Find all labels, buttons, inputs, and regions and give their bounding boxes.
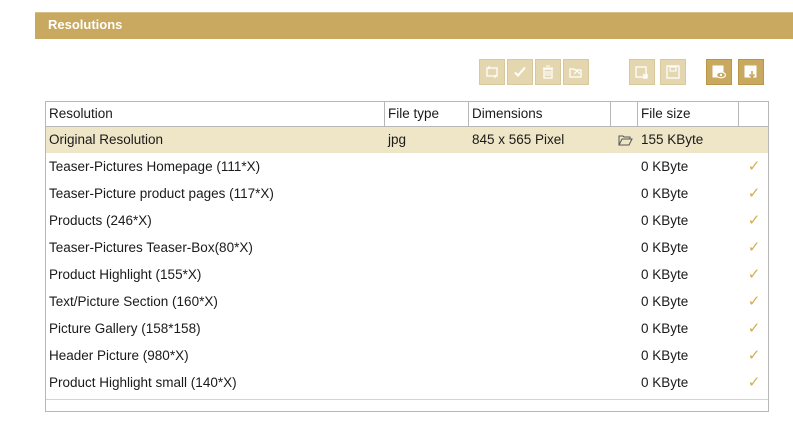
open-button[interactable] [563,59,589,85]
check-icon: ✓ [747,212,761,229]
toolbar [0,59,793,89]
download-button[interactable] [738,59,764,85]
check-icon: ✓ [747,374,761,391]
cell-resolution: Header Picture (980*X) [49,348,189,363]
column-header-icon [611,102,638,126]
crop-icon [486,66,498,78]
cell-dimensions [469,262,611,288]
cell-file-size: 0 KByte [641,267,689,282]
table-footer-line [46,399,768,400]
resolutions-table: Resolution File type Dimensions File siz… [45,101,769,412]
cell-file-type: jpg [388,132,407,147]
cell-dimensions [469,154,611,180]
cell-dimensions [469,289,611,315]
cell-dimensions: 845 x 565 Pixel [472,132,565,147]
trash-icon [543,65,553,79]
table-row[interactable]: Teaser-Picture product pages (117*X) 0 KB… [46,181,768,207]
check-icon: ✓ [747,185,761,202]
check-icon [514,66,526,77]
column-header-file-type[interactable]: File type [385,102,469,126]
save-button[interactable] [660,59,686,85]
cell-file-size: 0 KByte [641,186,689,201]
cell-file-type [385,154,469,180]
cell-resolution: Text/Picture Section (160*X) [49,294,218,309]
cell-file-type [385,208,469,234]
cell-resolution: Picture Gallery (158*158) [49,321,201,336]
cell-dimensions [469,316,611,342]
panel-header: Resolutions [35,12,793,39]
cell-resolution: Teaser-Pictures Homepage (111*X) [49,159,261,174]
cell-resolution: Product Highlight (155*X) [49,267,202,282]
table-row[interactable]: Teaser-Pictures Teaser-Box(80*X) 0 KByte ✓ [46,235,768,261]
cell-dimensions [469,343,611,369]
cell-dimensions [469,208,611,234]
column-header-file-size[interactable]: File size [638,102,739,126]
check-icon: ✓ [747,347,761,364]
cell-file-size: 0 KByte [641,240,689,255]
table-row[interactable]: Product Highlight small (140*X) 0 KByte ✓ [46,370,768,396]
apply-button[interactable] [507,59,533,85]
cell-dimensions [469,370,611,396]
cell-file-type [385,262,469,288]
table-header: Resolution File type Dimensions File siz… [46,102,768,127]
cell-file-type [385,289,469,315]
cell-file-size: 155 KByte [641,132,704,147]
table-row[interactable]: Picture Gallery (158*158) 0 KByte ✓ [46,316,768,342]
column-header-dimensions[interactable]: Dimensions [469,102,611,126]
folder-icon [569,68,582,78]
column-header-status [739,102,768,126]
cell-file-type [385,181,469,207]
eye-icon [712,65,727,79]
cell-file-size: 0 KByte [641,159,689,174]
cell-resolution: Teaser-Picture product pages (117*X) [49,186,274,201]
open-folder-icon[interactable] [618,134,633,146]
check-icon: ✓ [747,239,761,256]
download-icon [744,65,757,79]
preview-button[interactable] [706,59,732,85]
cell-dimensions [469,235,611,261]
export-icon [635,66,648,79]
table-row[interactable]: Text/Picture Section (160*X) 0 KByte ✓ [46,289,768,315]
table-row[interactable]: Original Resolution jpg 845 x 565 Pixel 155… [46,127,768,153]
cell-file-size: 0 KByte [641,321,689,336]
cell-file-size: 0 KByte [641,375,689,390]
table-row[interactable]: Product Highlight (155*X) 0 KByte ✓ [46,262,768,288]
cell-file-type [385,343,469,369]
delete-button[interactable] [535,59,561,85]
cell-file-size: 0 KByte [641,348,689,363]
export-button[interactable] [629,59,655,85]
table-row[interactable]: Products (246*X) 0 KByte ✓ [46,208,768,234]
cell-resolution: Teaser-Pictures Teaser-Box(80*X) [49,240,253,255]
cell-file-size: 0 KByte [641,294,689,309]
table-row[interactable]: Header Picture (980*X) 0 KByte ✓ [46,343,768,369]
cell-file-type [385,235,469,261]
cell-file-type [385,370,469,396]
crop-button[interactable] [479,59,505,85]
cell-resolution: Original Resolution [49,132,164,147]
panel-title: Resolutions [48,17,123,32]
disk-icon [666,65,680,79]
check-icon: ✓ [747,266,761,283]
column-header-resolution[interactable]: Resolution [46,102,385,126]
check-icon: ✓ [747,320,761,337]
check-icon: ✓ [747,293,761,310]
cell-dimensions [469,181,611,207]
cell-file-size: 0 KByte [641,213,689,228]
cell-resolution: Products (246*X) [49,213,152,228]
table-row[interactable]: Teaser-Pictures Homepage (111*X) 0 KByte ✓ [46,154,768,180]
cell-resolution: Product Highlight small (140*X) [49,375,237,390]
cell-file-type [385,316,469,342]
check-icon: ✓ [747,158,761,175]
